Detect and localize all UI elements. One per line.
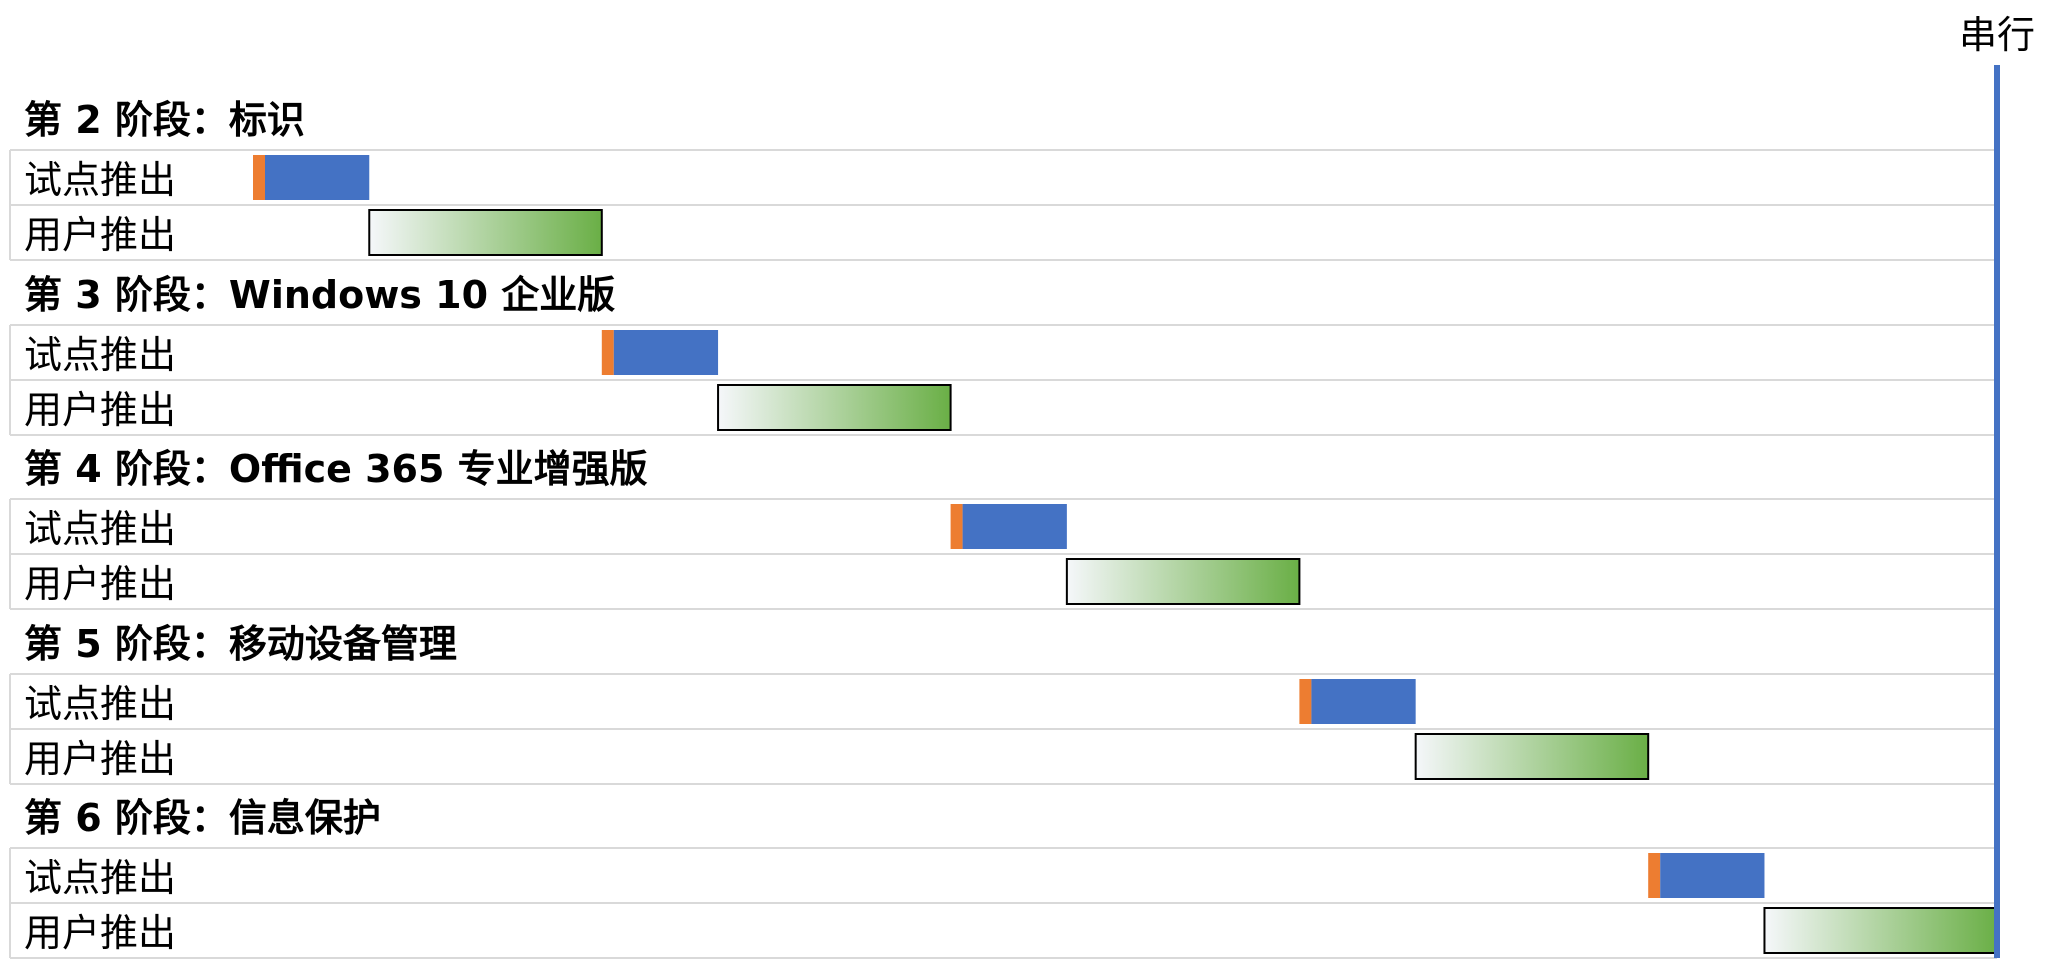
- pilot-start-marker: [1299, 679, 1312, 724]
- phase-title: 第 6 阶段：信息保护: [24, 796, 381, 840]
- pilot-start-marker: [601, 330, 614, 375]
- serial-marker-label: 串行: [1959, 13, 2035, 57]
- pilot-bar: [613, 330, 719, 375]
- pilot-bar: [1311, 679, 1416, 724]
- pilot-start-marker: [1648, 853, 1661, 898]
- gantt-chart: 第 2 阶段：标识试点推出用户推出第 3 阶段：Windows 10 企业版试点…: [9, 13, 2035, 959]
- pilot-start-marker: [950, 504, 963, 549]
- rollout-bar: [717, 384, 952, 431]
- task-label: 试点推出: [24, 682, 176, 726]
- task-label: 用户推出: [24, 911, 176, 955]
- phase-title: 第 5 阶段：移动设备管理: [24, 622, 457, 666]
- task-label: 用户推出: [24, 213, 176, 257]
- pilot-bar: [1660, 853, 1765, 898]
- serial-marker: 串行: [1959, 13, 2035, 958]
- task-label: 试点推出: [24, 856, 176, 900]
- task-label: 用户推出: [24, 562, 176, 606]
- pilot-bar: [265, 155, 370, 200]
- rollout-bar: [1065, 558, 1301, 605]
- task-label: 用户推出: [24, 737, 176, 781]
- pilot-bar: [962, 504, 1067, 549]
- pilot-start-marker: [253, 155, 265, 200]
- task-label: 试点推出: [24, 507, 176, 551]
- task-label: 试点推出: [24, 158, 176, 202]
- phase-title: 第 2 阶段：标识: [24, 98, 305, 142]
- rollout-bar: [368, 209, 603, 256]
- task-label: 用户推出: [24, 388, 176, 432]
- phase-title: 第 3 阶段：Windows 10 企业版: [24, 273, 615, 317]
- phase-title: 第 4 阶段：Office 365 专业增强版: [24, 447, 648, 491]
- rollout-bar: [1414, 733, 1650, 780]
- rollout-bar: [1763, 907, 1999, 954]
- task-label: 试点推出: [24, 333, 176, 377]
